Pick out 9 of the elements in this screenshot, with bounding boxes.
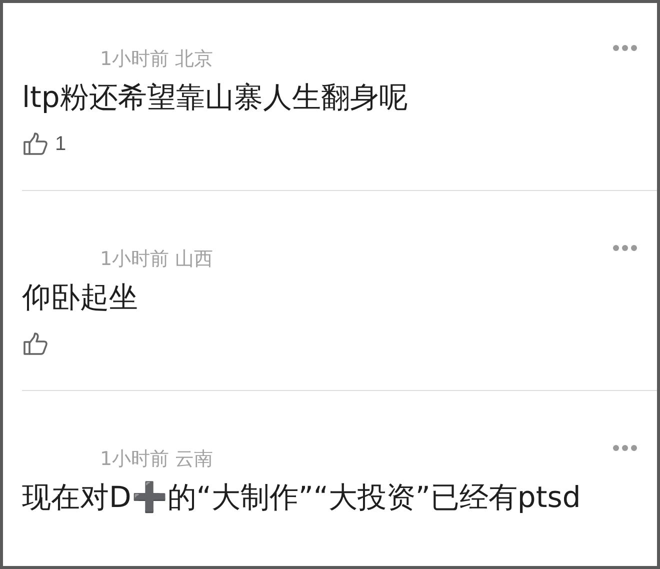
comment-meta: 1小时前 北京 xyxy=(100,48,214,70)
comment-text: 仰卧起坐 xyxy=(22,280,139,314)
thumbs-up-icon[interactable] xyxy=(23,332,49,356)
comment-text: ltp粉还希望靠山寨人生翻身呢 xyxy=(22,80,409,114)
like-count: 1 xyxy=(55,132,66,156)
comment-meta: 1小时前 云南 xyxy=(100,448,214,470)
comment-text: 现在对D➕的“大制作”“大投资”已经有ptsd xyxy=(22,480,582,514)
comment-meta: 1小时前 山西 xyxy=(100,248,214,270)
thumbs-up-icon[interactable] xyxy=(23,132,49,156)
